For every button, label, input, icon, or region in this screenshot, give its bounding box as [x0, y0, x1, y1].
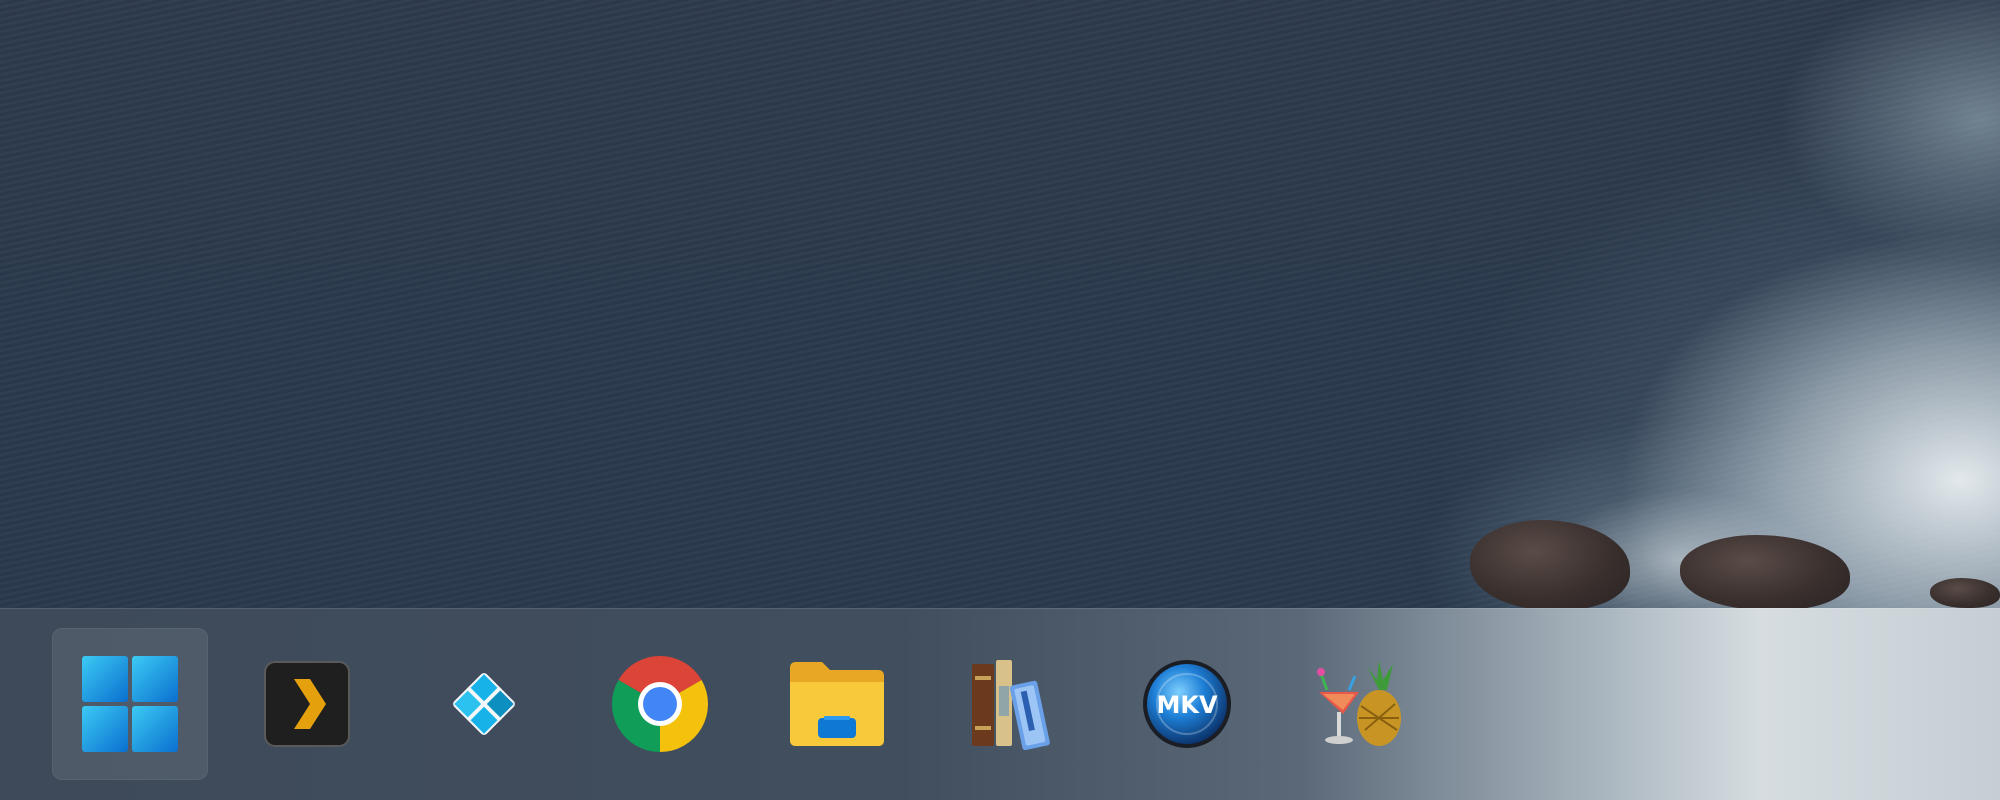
handbrake-taskbar-button[interactable]: [1283, 628, 1439, 780]
plex-taskbar-button[interactable]: [229, 628, 385, 780]
calibre-taskbar-button[interactable]: [936, 628, 1092, 780]
kodi-icon: [453, 673, 515, 735]
chrome-icon: [612, 656, 708, 752]
mkvtoolnix-taskbar-button[interactable]: MKV: [1109, 628, 1265, 780]
plex-icon: [264, 661, 350, 747]
chrome-taskbar-button[interactable]: [582, 628, 738, 780]
kodi-taskbar-button[interactable]: [406, 628, 562, 780]
folder-icon: [790, 662, 884, 746]
wallpaper-rock: [1470, 520, 1630, 610]
start-button[interactable]: [52, 628, 208, 780]
mkv-icon-label: MKV: [1156, 691, 1217, 719]
wallpaper-rock: [1930, 578, 2000, 608]
books-icon: [972, 660, 1050, 751]
wallpaper-rock: [1680, 535, 1850, 610]
mkv-icon: MKV: [1143, 660, 1231, 748]
desktop-wallpaper: [0, 0, 2000, 610]
file-explorer-taskbar-button[interactable]: [759, 628, 915, 780]
windows-logo-icon: [82, 656, 178, 752]
handbrake-icon: [1317, 660, 1401, 746]
taskbar: MKV: [0, 608, 2000, 800]
